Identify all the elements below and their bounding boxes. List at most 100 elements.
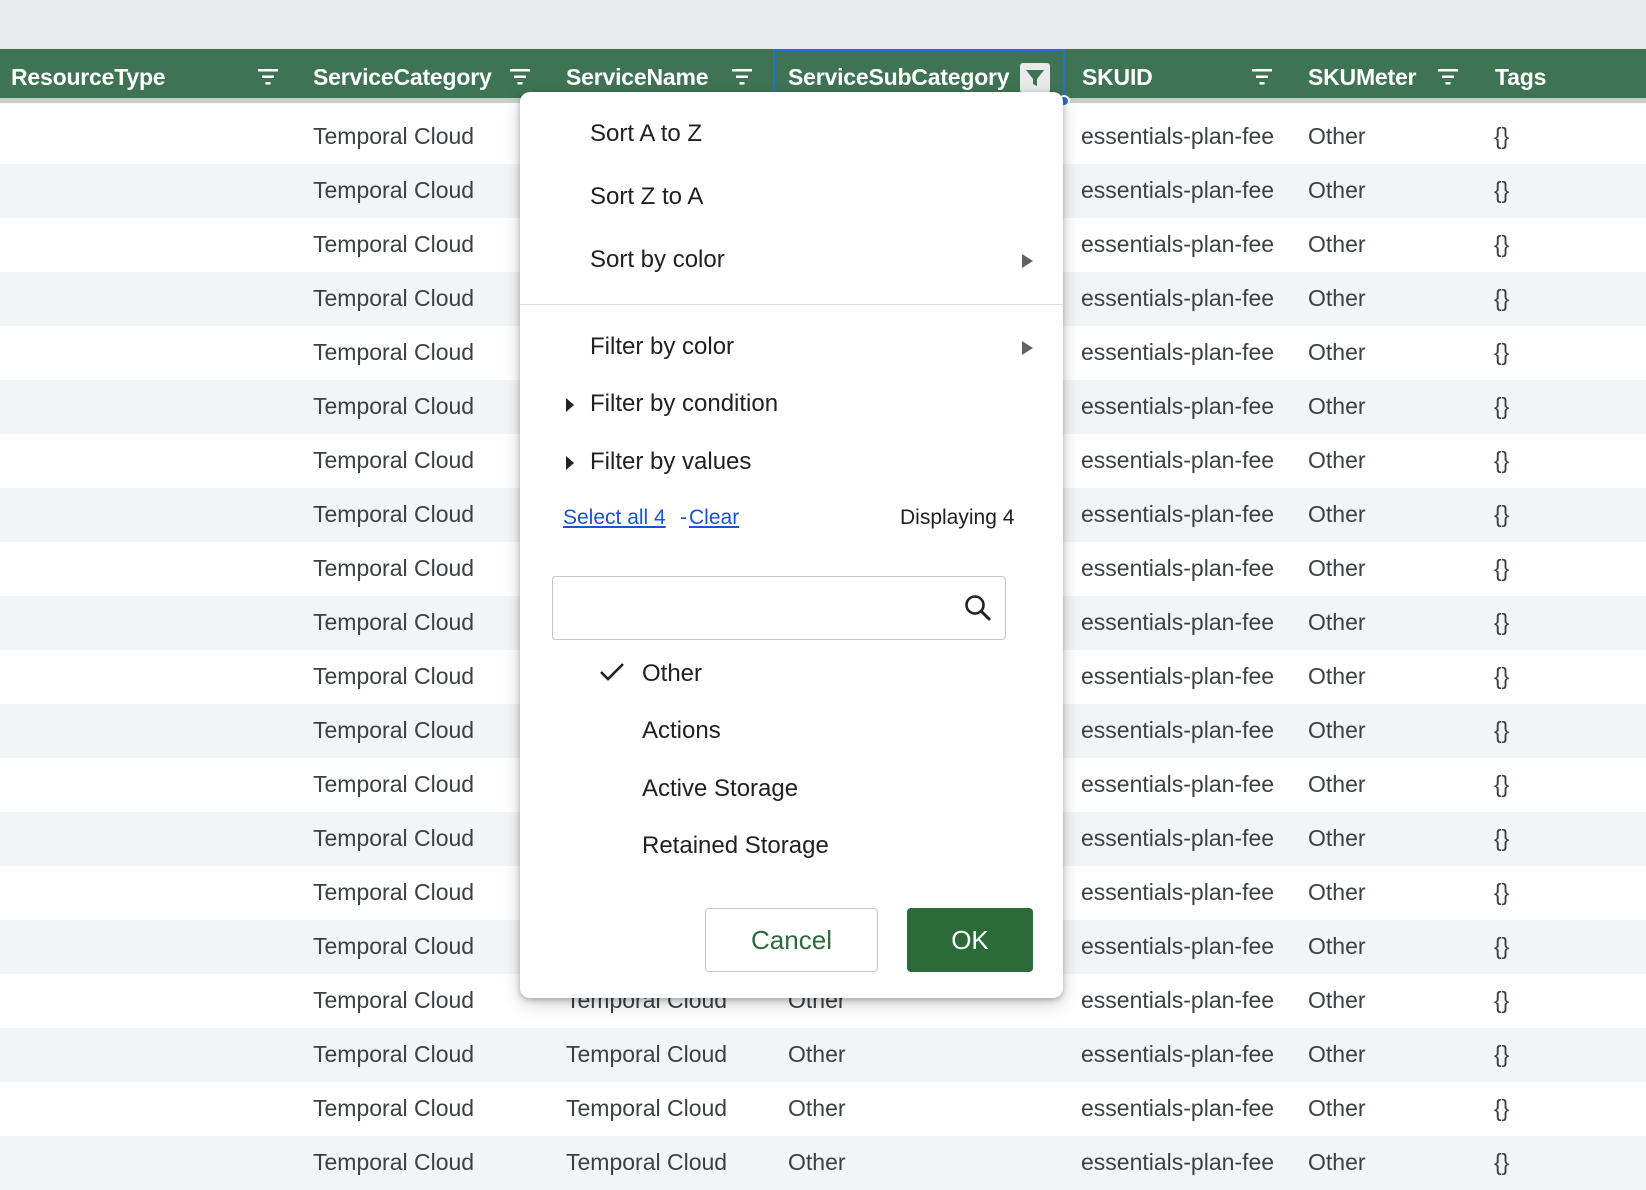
clear-link[interactable]: Clear [689,506,739,530]
cell-tags[interactable]: {} [1494,663,1509,690]
cell-tags[interactable]: {} [1494,501,1509,528]
expand-caret-icon[interactable] [566,398,574,412]
filter-icon[interactable] [256,67,280,87]
cell-service-category[interactable]: Temporal Cloud [313,393,474,420]
cell-skuid[interactable]: essentials-plan-fee [1081,123,1274,150]
cell-tags[interactable]: {} [1494,987,1509,1014]
col-header-skuid[interactable]: SKUID [1065,49,1292,103]
filter-icon[interactable] [1436,67,1460,87]
cell-skumeter[interactable]: Other [1308,933,1366,960]
cell-skuid[interactable]: essentials-plan-fee [1081,231,1274,258]
cell-tags[interactable]: {} [1494,933,1509,960]
cell-skuid[interactable]: essentials-plan-fee [1081,1095,1274,1122]
cell-tags[interactable]: {} [1494,285,1509,312]
cell-skuid[interactable]: essentials-plan-fee [1081,393,1274,420]
cell-skumeter[interactable]: Other [1308,987,1366,1014]
cell-skuid[interactable]: essentials-plan-fee [1081,879,1274,906]
cancel-button[interactable]: Cancel [705,908,878,972]
cell-service-category[interactable]: Temporal Cloud [313,933,474,960]
cell-skumeter[interactable]: Other [1308,663,1366,690]
cell-service-category[interactable]: Temporal Cloud [313,825,474,852]
cell-skumeter[interactable]: Other [1308,393,1366,420]
cell-service-category[interactable]: Temporal Cloud [313,663,474,690]
cell-skuid[interactable]: essentials-plan-fee [1081,717,1274,744]
cell-skumeter[interactable]: Other [1308,447,1366,474]
filter-by-color-item[interactable]: Filter by color [590,333,734,361]
cell-tags[interactable]: {} [1494,555,1509,582]
expand-caret-icon[interactable] [566,456,574,470]
cell-tags[interactable]: {} [1494,1095,1509,1122]
col-header-resourcetype[interactable]: ResourceType [0,49,290,103]
cell-tags[interactable]: {} [1494,231,1509,258]
filter-icon[interactable] [1250,67,1274,87]
cell-skumeter[interactable]: Other [1308,1095,1366,1122]
cell-service-category[interactable]: Temporal Cloud [313,717,474,744]
cell-skuid[interactable]: essentials-plan-fee [1081,825,1274,852]
filter-icon[interactable] [730,67,754,87]
cell-skumeter[interactable]: Other [1308,177,1366,204]
cell-skumeter[interactable]: Other [1308,717,1366,744]
cell-service-category[interactable]: Temporal Cloud [313,123,474,150]
cell-skuid[interactable]: essentials-plan-fee [1081,663,1274,690]
cell-service-category[interactable]: Temporal Cloud [313,501,474,528]
select-all-link[interactable]: Select all 4 [563,506,666,530]
cell-service-name[interactable]: Temporal Cloud [566,1041,727,1068]
cell-skumeter[interactable]: Other [1308,879,1366,906]
ok-button[interactable]: OK [907,908,1033,972]
cell-skuid[interactable]: essentials-plan-fee [1081,987,1274,1014]
cell-service-category[interactable]: Temporal Cloud [313,231,474,258]
sort-by-color-item[interactable]: Sort by color [590,246,725,274]
cell-skumeter[interactable]: Other [1308,285,1366,312]
cell-service-category[interactable]: Temporal Cloud [313,987,474,1014]
cell-tags[interactable]: {} [1494,177,1509,204]
cell-skuid[interactable]: essentials-plan-fee [1081,501,1274,528]
cell-tags[interactable]: {} [1494,393,1509,420]
value-option-actions[interactable]: Actions [642,717,721,745]
value-option-active-storage[interactable]: Active Storage [642,775,798,803]
cell-tags[interactable]: {} [1494,609,1509,636]
cell-skuid[interactable]: essentials-plan-fee [1081,339,1274,366]
cell-skumeter[interactable]: Other [1308,825,1366,852]
cell-service-category[interactable]: Temporal Cloud [313,879,474,906]
cell-service-name[interactable]: Temporal Cloud [566,1095,727,1122]
filter-icon[interactable] [508,67,532,87]
cell-skuid[interactable]: essentials-plan-fee [1081,1149,1274,1176]
col-header-servicecategory[interactable]: ServiceCategory [290,49,532,103]
filter-by-values-item[interactable]: Filter by values [590,448,751,476]
cell-tags[interactable]: {} [1494,123,1509,150]
cell-sub-category[interactable]: Other [788,1095,846,1122]
cell-skumeter[interactable]: Other [1308,123,1366,150]
cell-skumeter[interactable]: Other [1308,231,1366,258]
cell-service-name[interactable]: Temporal Cloud [566,1149,727,1176]
cell-tags[interactable]: {} [1494,447,1509,474]
cell-service-category[interactable]: Temporal Cloud [313,285,474,312]
cell-service-category[interactable]: Temporal Cloud [313,555,474,582]
cell-tags[interactable]: {} [1494,1149,1509,1176]
cell-sub-category[interactable]: Other [788,1041,846,1068]
cell-service-category[interactable]: Temporal Cloud [313,339,474,366]
cell-skuid[interactable]: essentials-plan-fee [1081,177,1274,204]
cell-skuid[interactable]: essentials-plan-fee [1081,771,1274,798]
cell-skuid[interactable]: essentials-plan-fee [1081,285,1274,312]
cell-skumeter[interactable]: Other [1308,339,1366,366]
col-header-skumeter[interactable]: SKUMeter [1292,49,1490,103]
active-filter-button[interactable] [1020,63,1050,93]
table-row[interactable]: Temporal Cloud Temporal Cloud Other essenti… [0,1082,1646,1136]
cell-tags[interactable]: {} [1494,825,1509,852]
cell-skumeter[interactable]: Other [1308,771,1366,798]
cell-skuid[interactable]: essentials-plan-fee [1081,447,1274,474]
filter-by-condition-item[interactable]: Filter by condition [590,390,778,418]
cell-sub-category[interactable]: Other [788,1149,846,1176]
cell-service-category[interactable]: Temporal Cloud [313,177,474,204]
cell-skuid[interactable]: essentials-plan-fee [1081,609,1274,636]
table-row[interactable]: Temporal Cloud Temporal Cloud Other essenti… [0,1028,1646,1082]
value-search-input[interactable] [552,576,1006,640]
cell-service-category[interactable]: Temporal Cloud [313,771,474,798]
cell-tags[interactable]: {} [1494,771,1509,798]
cell-skumeter[interactable]: Other [1308,1041,1366,1068]
cell-tags[interactable]: {} [1494,717,1509,744]
sort-z-to-a-item[interactable]: Sort Z to A [590,183,703,211]
cell-skumeter[interactable]: Other [1308,1149,1366,1176]
cell-skumeter[interactable]: Other [1308,501,1366,528]
cell-service-category[interactable]: Temporal Cloud [313,1149,474,1176]
